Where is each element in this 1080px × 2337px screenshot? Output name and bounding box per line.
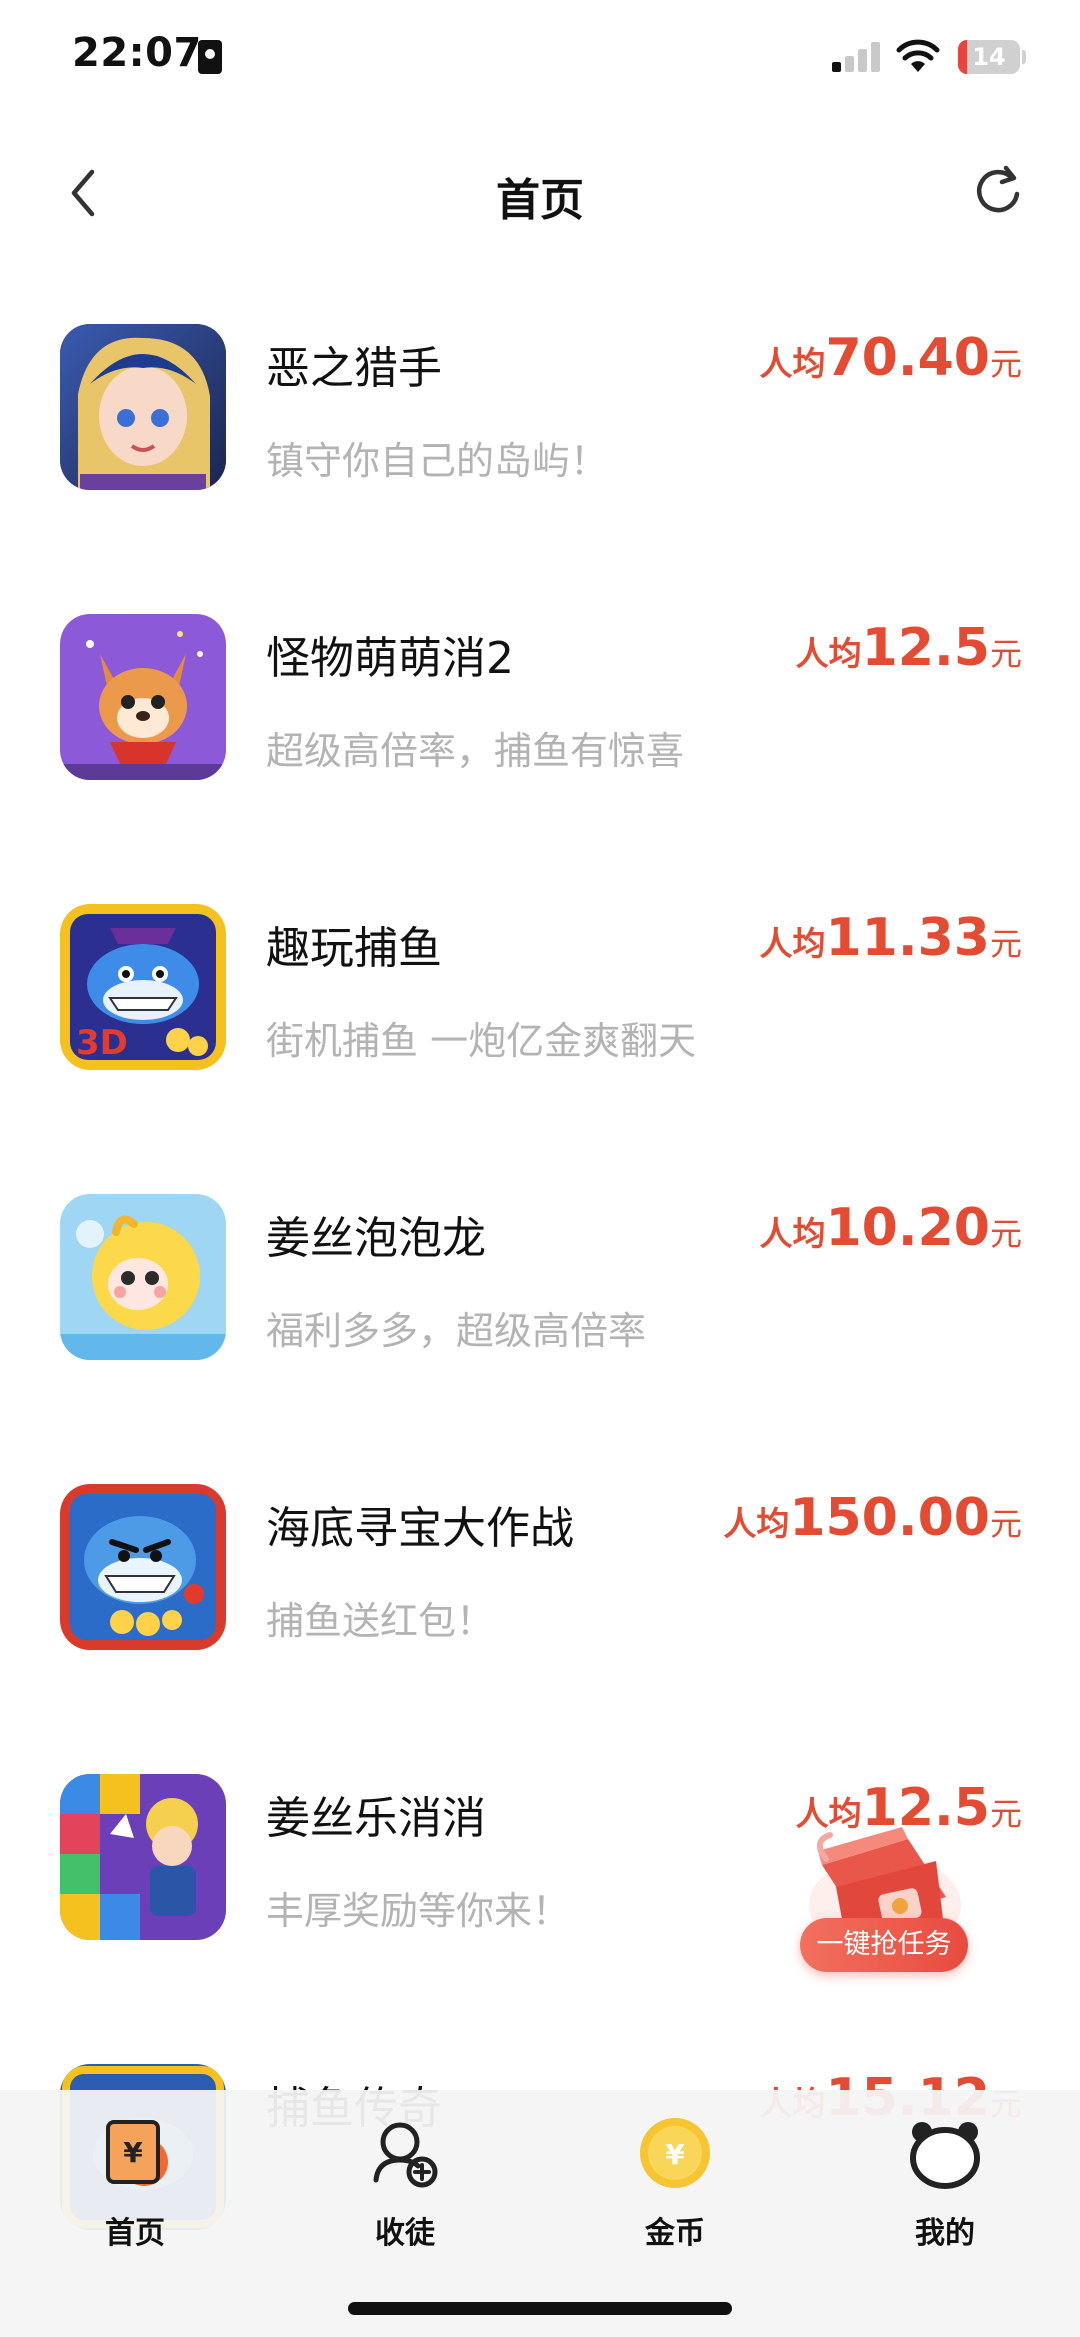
reward-value: 12.5 — [861, 618, 990, 678]
game-description: 街机捕鱼 一炮亿金爽翻天 — [266, 1019, 697, 1063]
game-name: 恶之猎手 — [266, 343, 442, 394]
status-time: 22:07 — [72, 30, 202, 76]
reward-value: 10.20 — [825, 1198, 990, 1258]
reward-prefix: 人均 — [759, 924, 826, 963]
battery-level: 14 — [972, 43, 1006, 71]
game-description: 镇守你自己的岛屿！ — [266, 439, 609, 483]
bear-profile-tab-icon — [910, 2122, 980, 2189]
shark-3d-game-icon: 3D — [60, 904, 226, 1070]
game-item[interactable]: 怪物萌萌消2 超级高倍率，捕鱼有惊喜 人均12.5元 — [0, 580, 1080, 870]
game-name: 怪物萌萌消2 — [266, 633, 514, 684]
reward-amount: 人均10.20元 — [760, 1198, 1023, 1258]
game-description: 丰厚奖励等你来！ — [266, 1889, 571, 1933]
reward-unit: 元 — [989, 1215, 1022, 1253]
puzzle-game-icon — [60, 1774, 226, 1940]
svg-text:¥: ¥ — [665, 2138, 685, 2171]
recruit-tab-icon — [373, 2122, 438, 2188]
reward-prefix: 人均 — [759, 344, 826, 383]
battery-icon: 14 — [958, 40, 1020, 74]
tab-label: 收徒 — [375, 2216, 435, 2251]
game-item[interactable]: 恶之猎手 镇守你自己的岛屿！ 人均70.40元 — [0, 290, 1080, 580]
reward-prefix: 人均 — [723, 1504, 790, 1543]
wifi-icon — [896, 39, 940, 72]
game-name: 姜丝乐消消 — [266, 1793, 486, 1844]
game-description: 福利多多，超级高倍率 — [266, 1309, 647, 1353]
game-name: 海底寻宝大作战 — [266, 1503, 574, 1554]
hunter-game-icon — [60, 324, 226, 490]
status-bar: 22:07 14 — [0, 0, 1080, 120]
game-item[interactable]: 3D 趣玩捕鱼 街机捕鱼 一炮亿金爽翻天 人均11.33元 — [0, 870, 1080, 1160]
reward-value: 150.00 — [789, 1488, 990, 1548]
home-tab-icon: ¥ — [106, 2120, 168, 2186]
reward-value: 70.40 — [825, 328, 990, 388]
cellular-signal-icon — [832, 42, 880, 72]
sim-card-icon — [198, 40, 222, 74]
corgi-game-icon — [60, 614, 226, 780]
screen: 22:07 14 首页 恶之猎手 镇守你自己的岛屿！ 人均70.40元 怪物萌萌… — [0, 0, 1080, 2337]
reward-value: 11.33 — [825, 908, 990, 968]
reward-unit: 元 — [989, 1795, 1022, 1833]
reward-prefix: 人均 — [759, 1214, 826, 1253]
svg-text:3D: 3D — [76, 1023, 128, 1063]
reward-unit: 元 — [989, 345, 1022, 383]
svg-text:¥: ¥ — [123, 2136, 143, 2169]
reward-unit: 元 — [989, 925, 1022, 963]
reward-unit: 元 — [989, 1505, 1022, 1543]
coin-tab-icon: ¥ — [640, 2118, 710, 2188]
tab-label: 我的 — [915, 2216, 975, 2251]
reward-amount: 人均70.40元 — [760, 328, 1023, 388]
tab-label: 首页 — [105, 2216, 165, 2251]
reward-prefix: 人均 — [795, 634, 862, 673]
tab-home[interactable]: ¥ 首页 — [40, 2108, 230, 2258]
tab-recruit[interactable]: 收徒 — [310, 2108, 500, 2258]
page-title: 首页 — [496, 175, 584, 226]
grab-task-button[interactable]: 一键抢任务 — [800, 1918, 968, 1972]
reward-unit: 元 — [989, 635, 1022, 673]
tab-mine[interactable]: 我的 — [850, 2108, 1040, 2258]
reward-amount: 人均11.33元 — [760, 908, 1023, 968]
tab-label: 金币 — [645, 2216, 705, 2251]
game-item[interactable]: 姜丝泡泡龙 福利多多，超级高倍率 人均10.20元 — [0, 1160, 1080, 1450]
game-name: 趣玩捕鱼 — [266, 923, 442, 974]
tab-coins[interactable]: ¥ 金币 — [580, 2108, 770, 2258]
battery-nub — [1022, 50, 1026, 64]
game-name: 姜丝泡泡龙 — [266, 1213, 486, 1264]
game-item[interactable]: 海底寻宝大作战 捕鱼送红包！ 人均150.00元 — [0, 1450, 1080, 1740]
bubble-game-icon — [60, 1194, 226, 1360]
reward-amount: 人均12.5元 — [796, 618, 1022, 678]
reward-amount: 人均150.00元 — [723, 1488, 1022, 1548]
game-description: 捕鱼送红包！ — [266, 1599, 495, 1643]
angry-shark-game-icon — [60, 1484, 226, 1650]
game-description: 超级高倍率，捕鱼有惊喜 — [266, 729, 685, 773]
nav-bar: 首页 — [0, 140, 1080, 250]
home-indicator[interactable] — [348, 2302, 732, 2315]
refresh-icon[interactable] — [968, 160, 1028, 222]
tab-bar: ¥ 首页 收徒 ¥ 金币 我的 — [0, 2090, 1080, 2337]
